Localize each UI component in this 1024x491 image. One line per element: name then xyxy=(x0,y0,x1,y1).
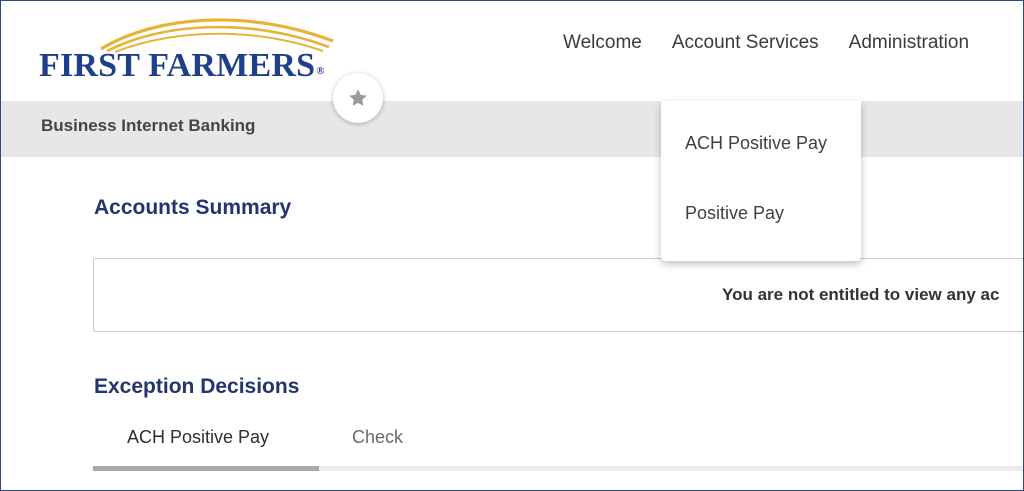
registered-mark: ® xyxy=(316,65,325,77)
app-frame: FIRST FARMERS® Welcome Account Services … xyxy=(0,0,1024,491)
star-icon xyxy=(349,89,367,106)
subheader-bar: Business Internet Banking xyxy=(1,101,1023,157)
nav-administration[interactable]: Administration xyxy=(849,32,969,54)
tab-check[interactable]: Check xyxy=(352,427,403,448)
active-tab-indicator xyxy=(93,466,319,471)
exception-decisions-title: Exception Decisions xyxy=(94,375,300,398)
logo-wordmark: FIRST FARMERS® xyxy=(39,47,325,85)
tab-ach-positive-pay[interactable]: ACH Positive Pay xyxy=(127,427,269,448)
menu-item-ach-positive-pay[interactable]: ACH Positive Pay xyxy=(685,133,827,154)
top-header: FIRST FARMERS® Welcome Account Services … xyxy=(1,1,1023,101)
favorite-button[interactable] xyxy=(333,73,383,123)
exception-tabs: ACH Positive Pay Check xyxy=(93,425,1023,473)
logo-text: FIRST FARMERS xyxy=(39,47,316,84)
nav-welcome[interactable]: Welcome xyxy=(563,32,642,54)
first-farmers-logo[interactable]: FIRST FARMERS® xyxy=(39,9,339,85)
nav-account-services[interactable]: Account Services xyxy=(672,32,819,54)
not-entitled-message: You are not entitled to view any ac xyxy=(722,285,1000,304)
accounts-summary-panel: You are not entitled to view any ac xyxy=(93,258,1023,332)
account-services-dropdown: ACH Positive Pay Positive Pay xyxy=(661,101,861,261)
accounts-summary-title: Accounts Summary xyxy=(94,196,292,219)
menu-item-positive-pay[interactable]: Positive Pay xyxy=(685,203,784,224)
subheader-title: Business Internet Banking xyxy=(41,116,256,135)
main-nav: Welcome Account Services Administration xyxy=(563,32,969,54)
